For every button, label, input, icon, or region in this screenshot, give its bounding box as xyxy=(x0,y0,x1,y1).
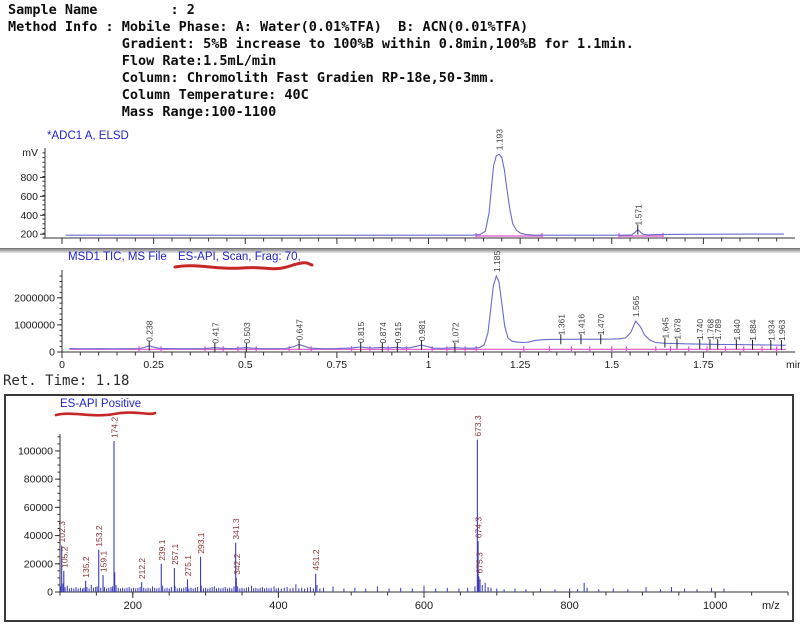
svg-text:0.417: 0.417 xyxy=(210,322,220,344)
svg-text:0.503: 0.503 xyxy=(242,322,252,344)
svg-text:1: 1 xyxy=(426,359,432,371)
svg-text:800: 800 xyxy=(560,600,578,612)
svg-text:800: 800 xyxy=(20,172,38,184)
header-line: Column: Chromolith Fast Gradien RP-18e,5… xyxy=(8,70,496,86)
svg-text:0: 0 xyxy=(49,347,55,359)
header-line: Sample Name : 2 xyxy=(8,2,195,18)
header-line: Method Info : Mobile Phase: A: Water(0.0… xyxy=(8,19,529,35)
svg-text:1.416: 1.416 xyxy=(576,314,586,336)
svg-text:451.2: 451.2 xyxy=(311,549,321,571)
svg-text:1.884: 1.884 xyxy=(748,319,758,341)
mass-spectrum-chart: 0 20000 40000 60000 80000 100000 200 400 600 800 1… xyxy=(18,415,789,612)
svg-text:60000: 60000 xyxy=(24,502,53,514)
svg-text:0.815: 0.815 xyxy=(356,321,366,343)
elsd-chart-title: *ADC1 A, ELSD xyxy=(47,130,129,142)
svg-text:1.470: 1.470 xyxy=(596,314,606,336)
svg-text:40000: 40000 xyxy=(24,530,53,542)
svg-text:0.874: 0.874 xyxy=(378,322,388,344)
svg-text:0: 0 xyxy=(47,587,53,599)
svg-text:m/z: m/z xyxy=(762,600,780,612)
svg-text:342.2: 342.2 xyxy=(232,553,242,575)
svg-text:1.789: 1.789 xyxy=(713,319,723,341)
svg-text:105.2: 105.2 xyxy=(59,546,69,568)
svg-text:257.1: 257.1 xyxy=(170,543,180,565)
svg-text:0.915: 0.915 xyxy=(393,322,403,344)
svg-text:0.981: 0.981 xyxy=(417,320,427,342)
svg-text:174.2: 174.2 xyxy=(110,417,120,439)
svg-text:1.840: 1.840 xyxy=(732,319,742,341)
method-header: Sample Name : 2 Method Info : Mobile Pha… xyxy=(8,2,634,121)
svg-text:1.963: 1.963 xyxy=(777,319,787,341)
svg-text:1.934: 1.934 xyxy=(766,319,776,341)
svg-text:600: 600 xyxy=(415,600,433,612)
header-line: Column Temperature: 40C xyxy=(8,87,309,103)
svg-text:153.2: 153.2 xyxy=(94,525,104,547)
svg-text:80000: 80000 xyxy=(24,474,53,486)
svg-text:293.1: 293.1 xyxy=(196,532,206,554)
svg-text:0.25: 0.25 xyxy=(143,359,164,371)
svg-text:1.571: 1.571 xyxy=(633,204,643,226)
svg-text:1.185: 1.185 xyxy=(492,251,502,273)
svg-text:1.072: 1.072 xyxy=(450,322,460,344)
svg-text:102.3: 102.3 xyxy=(57,521,67,543)
svg-text:341.3: 341.3 xyxy=(231,518,241,540)
svg-text:400: 400 xyxy=(20,210,38,222)
svg-text:100000: 100000 xyxy=(18,445,53,457)
svg-text:2000000: 2000000 xyxy=(14,292,55,304)
svg-text:0: 0 xyxy=(59,359,65,371)
svg-text:20000: 20000 xyxy=(24,558,53,570)
tic-chromatogram-chart: 0 1000000 2000000 0 0.25 0.5 0.75 1 1.25 1.5 1.75 m… xyxy=(14,251,800,371)
mass-spectrum-panel: ES-API Positive 0 20000 40000 60000 80000 100… xyxy=(4,394,794,622)
svg-text:674.3: 674.3 xyxy=(474,517,484,539)
svg-text:1.5: 1.5 xyxy=(604,359,619,371)
svg-text:135.2: 135.2 xyxy=(81,556,91,578)
svg-text:400: 400 xyxy=(269,600,287,612)
retention-time-label: Ret. Time: 1.18 xyxy=(3,373,130,389)
header-line: Flow Rate:1.5mL/min xyxy=(8,53,277,69)
svg-text:0.5: 0.5 xyxy=(238,359,253,371)
svg-text:600: 600 xyxy=(20,191,38,203)
svg-text:1000: 1000 xyxy=(703,600,727,612)
svg-text:159.1: 159.1 xyxy=(99,551,109,573)
tic-chart-title: MSD1 TIC, MS File xyxy=(68,251,167,263)
svg-text:275.1: 275.1 xyxy=(183,555,193,577)
svg-text:1.565: 1.565 xyxy=(631,296,641,318)
svg-text:min: min xyxy=(786,359,800,371)
header-line: Mass Range:100-1100 xyxy=(8,104,277,120)
report-page: { "header": { "lines": [ "Sample Name : … xyxy=(0,0,800,624)
svg-text:1000000: 1000000 xyxy=(14,319,55,331)
svg-text:200: 200 xyxy=(124,600,142,612)
svg-text:675.3: 675.3 xyxy=(474,552,484,574)
svg-text:673.3: 673.3 xyxy=(473,415,483,437)
svg-text:1.25: 1.25 xyxy=(510,359,531,371)
svg-text:1.361: 1.361 xyxy=(556,314,566,336)
svg-text:200: 200 xyxy=(20,229,38,241)
svg-text:mV: mV xyxy=(22,147,38,159)
svg-text:0.647: 0.647 xyxy=(295,319,305,341)
svg-text:1.193: 1.193 xyxy=(495,129,505,151)
header-line: Gradient: 5%B increase to 100%B within 0… xyxy=(8,36,634,52)
svg-text:1.740: 1.740 xyxy=(695,319,705,341)
svg-text:212.2: 212.2 xyxy=(137,558,147,580)
svg-text:0.238: 0.238 xyxy=(145,320,155,342)
svg-text:1.645: 1.645 xyxy=(660,317,670,339)
svg-text:1.75: 1.75 xyxy=(693,359,714,371)
svg-text:239.1: 239.1 xyxy=(157,539,167,561)
svg-text:0.75: 0.75 xyxy=(327,359,348,371)
elsd-chromatogram-chart: 200 400 600 800 mV 1.193 1.571 xyxy=(20,129,795,244)
svg-text:1.678: 1.678 xyxy=(672,318,682,340)
